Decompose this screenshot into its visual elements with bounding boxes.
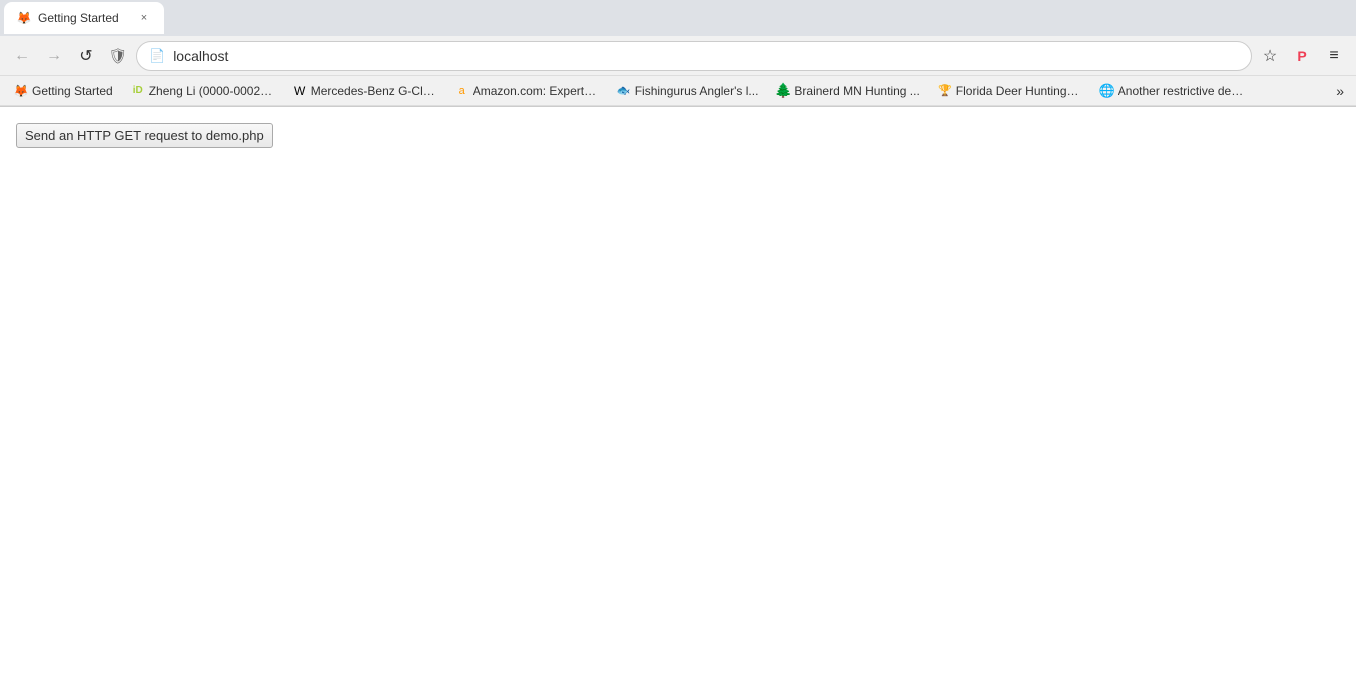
bookmark-item-another-restrictive[interactable]: 🌐 Another restrictive dee...	[1092, 81, 1252, 101]
pocket-button[interactable]: P	[1288, 42, 1316, 70]
forward-button[interactable]: →	[40, 42, 68, 70]
bookmark-item-zheng-li[interactable]: iD Zheng Li (0000-0002-3...	[123, 81, 283, 101]
reload-button[interactable]: ↺	[72, 42, 100, 70]
address-bar[interactable]: 📄 localhost	[136, 41, 1252, 71]
page-icon: 📄	[149, 48, 165, 64]
send-http-get-button[interactable]: Send an HTTP GET request to demo.php	[16, 123, 273, 148]
active-tab[interactable]: 🦊 Getting Started ×	[4, 2, 164, 34]
bookmark-favicon-zheng-li: iD	[131, 84, 145, 98]
more-bookmarks-button[interactable]: »	[1330, 80, 1350, 102]
bookmark-favicon-fishingurus: 🐟	[617, 84, 631, 98]
bookmark-item-mercedes[interactable]: W Mercedes-Benz G-Clas...	[285, 81, 445, 101]
bookmark-favicon-getting-started: 🦊	[14, 84, 28, 98]
bookmark-favicon-mercedes: W	[293, 84, 307, 98]
tab-label: Getting Started	[38, 11, 130, 25]
bookmarks-bar: 🦊 Getting Started iD Zheng Li (0000-0002…	[0, 76, 1356, 106]
bookmark-item-getting-started[interactable]: 🦊 Getting Started	[6, 81, 121, 101]
bookmark-label-zheng-li: Zheng Li (0000-0002-3...	[149, 84, 275, 98]
bookmark-favicon-florida-deer: 🏆	[938, 84, 952, 98]
tab-favicon: 🦊	[16, 10, 32, 26]
bookmark-favicon-brainerd: 🌲	[776, 84, 790, 98]
address-text: localhost	[173, 48, 1239, 64]
tab-bar: 🦊 Getting Started ×	[0, 0, 1356, 36]
bookmark-label-amazon: Amazon.com: ExpertP...	[473, 84, 599, 98]
page-content: Send an HTTP GET request to demo.php	[0, 107, 1356, 676]
bookmark-label-mercedes: Mercedes-Benz G-Clas...	[311, 84, 437, 98]
shield-icon: 🛡	[104, 42, 132, 70]
bookmark-favicon-amazon: a	[455, 84, 469, 98]
bookmark-label-another-restrictive: Another restrictive dee...	[1118, 84, 1244, 98]
bookmark-label-getting-started: Getting Started	[32, 84, 113, 98]
bookmark-item-amazon[interactable]: a Amazon.com: ExpertP...	[447, 81, 607, 101]
tab-close-button[interactable]: ×	[136, 10, 152, 26]
bookmark-favicon-another-restrictive: 🌐	[1100, 84, 1114, 98]
bookmark-label-brainerd: Brainerd MN Hunting ...	[794, 84, 919, 98]
back-button[interactable]: ←	[8, 42, 36, 70]
toolbar: ← → ↺ 🛡 📄 localhost ☆ P ≡	[0, 36, 1356, 76]
bookmark-label-fishingurus: Fishingurus Angler's l...	[635, 84, 759, 98]
bookmark-item-fishingurus[interactable]: 🐟 Fishingurus Angler's l...	[609, 81, 767, 101]
bookmark-item-brainerd[interactable]: 🌲 Brainerd MN Hunting ...	[768, 81, 927, 101]
menu-button[interactable]: ≡	[1320, 42, 1348, 70]
bookmark-item-florida-deer[interactable]: 🏆 Florida Deer Hunting S...	[930, 81, 1090, 101]
bookmark-label-florida-deer: Florida Deer Hunting S...	[956, 84, 1082, 98]
browser-chrome: 🦊 Getting Started × ← → ↺ 🛡 📄 localhost …	[0, 0, 1356, 107]
bookmark-star-button[interactable]: ☆	[1256, 42, 1284, 70]
